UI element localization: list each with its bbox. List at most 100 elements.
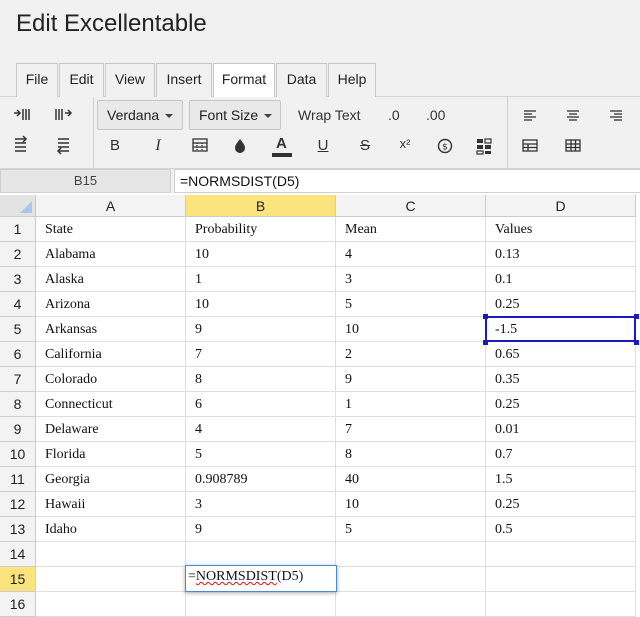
row-header[interactable]: 15	[0, 567, 36, 592]
row-header[interactable]: 12	[0, 492, 36, 517]
grid-cell[interactable]: California	[36, 342, 186, 367]
grid-cell[interactable]: 9	[186, 517, 336, 542]
grid-cell[interactable]	[186, 542, 336, 567]
grid-cell[interactable]: 5	[336, 292, 486, 317]
strikethrough-button[interactable]: S	[354, 137, 376, 154]
column-header-b[interactable]: B	[186, 195, 336, 217]
grid-cell[interactable]: 0.25	[486, 292, 636, 317]
grid-cell[interactable]: 0.908789	[186, 467, 336, 492]
column-header-a[interactable]: A	[36, 195, 186, 217]
grid-icon[interactable]	[562, 135, 584, 157]
grid-cell[interactable]: 5	[336, 517, 486, 542]
grid-cell[interactable]: 9	[186, 317, 336, 342]
resize-handle[interactable]	[483, 314, 488, 319]
grid-cell[interactable]: 40	[336, 467, 486, 492]
grid-cell[interactable]: 1	[336, 392, 486, 417]
row-header[interactable]: 7	[0, 367, 36, 392]
resize-handle[interactable]	[634, 340, 639, 345]
grid-cell[interactable]: 10	[186, 242, 336, 267]
row-header[interactable]: 3	[0, 267, 36, 292]
italic-button[interactable]: I	[147, 137, 169, 155]
grid-cell[interactable]: Colorado	[36, 367, 186, 392]
grid-cell[interactable]: Connecticut	[36, 392, 186, 417]
grid-cell[interactable]: 0.25	[486, 392, 636, 417]
grid-cell[interactable]: Hawaii	[36, 492, 186, 517]
grid-cell[interactable]: Values	[486, 217, 636, 242]
grid-cell[interactable]: 1.5	[486, 467, 636, 492]
grid-cell[interactable]	[336, 592, 486, 617]
grid-cell[interactable]: 0.35	[486, 367, 636, 392]
grid-cell[interactable]: 0.7	[486, 442, 636, 467]
align-left-icon[interactable]	[519, 105, 541, 127]
grid-cell[interactable]	[486, 592, 636, 617]
select-all-corner[interactable]	[0, 195, 36, 217]
grid-cell[interactable]	[186, 592, 336, 617]
grid-cell[interactable]: 7	[186, 342, 336, 367]
grid-cell[interactable]: 10	[336, 317, 486, 342]
grid-cell[interactable]	[36, 592, 186, 617]
row-header[interactable]: 16	[0, 592, 36, 617]
grid-cell[interactable]: 2	[336, 342, 486, 367]
grid-cell[interactable]	[486, 542, 636, 567]
grid-cell[interactable]: 0.13	[486, 242, 636, 267]
grid-cell[interactable]: Georgia	[36, 467, 186, 492]
row-delete-icon[interactable]	[52, 135, 74, 157]
grid-cell[interactable]: 0.65	[486, 342, 636, 367]
grid-cell[interactable]: State	[36, 217, 186, 242]
tab-format[interactable]: Format	[213, 63, 275, 98]
grid-cell[interactable]: 8	[186, 367, 336, 392]
grid-cell[interactable]	[486, 567, 636, 592]
text-color-icon[interactable]: A	[270, 133, 292, 159]
grid-cell[interactable]: 1	[186, 267, 336, 292]
row-header[interactable]: 1	[0, 217, 36, 242]
row-header[interactable]: 4	[0, 292, 36, 317]
row-header[interactable]: 13	[0, 517, 36, 542]
resize-handle[interactable]	[483, 340, 488, 345]
tab-help[interactable]: Help	[328, 63, 376, 97]
grid-cell[interactable]	[36, 542, 186, 567]
grid-cell[interactable]: 0.25	[486, 492, 636, 517]
increase-decimal-button[interactable]: .00	[426, 107, 445, 123]
row-header[interactable]: 6	[0, 342, 36, 367]
tab-file[interactable]: File	[16, 63, 58, 97]
grid-cell[interactable]: 0.01	[486, 417, 636, 442]
tab-view[interactable]: View	[105, 63, 155, 97]
grid-cell[interactable]: Alabama	[36, 242, 186, 267]
grid-cell[interactable]: 5	[186, 442, 336, 467]
grid-cell[interactable]: Probability	[186, 217, 336, 242]
grid-cell[interactable]: 6	[186, 392, 336, 417]
grid-cell[interactable]: Idaho	[36, 517, 186, 542]
borders-icon[interactable]	[189, 135, 211, 157]
row-header[interactable]: 11	[0, 467, 36, 492]
row-header[interactable]: 14	[0, 542, 36, 567]
cell-editor[interactable]: =NORMSDIST(D5)	[185, 565, 337, 592]
grid-cell[interactable]: 4	[336, 242, 486, 267]
grid-cell[interactable]: 3	[336, 267, 486, 292]
row-insert-icon[interactable]	[11, 135, 33, 157]
font-size-dropdown[interactable]: Font Size	[189, 100, 281, 130]
superscript-button[interactable]: x²	[394, 136, 416, 151]
grid-cell[interactable]: 4	[186, 417, 336, 442]
grid-cell[interactable]: 0.5	[486, 517, 636, 542]
font-family-dropdown[interactable]: Verdana	[97, 100, 183, 130]
grid-cell[interactable]	[336, 567, 486, 592]
conditional-format-icon[interactable]	[473, 135, 495, 157]
underline-button[interactable]: U	[312, 137, 334, 154]
grid-cell[interactable]	[36, 567, 186, 592]
resize-handle[interactable]	[634, 314, 639, 319]
grid-cell[interactable]: Delaware	[36, 417, 186, 442]
grid-cell[interactable]: Alaska	[36, 267, 186, 292]
align-center-icon[interactable]	[562, 105, 584, 127]
grid-cell[interactable]: 0.1	[486, 267, 636, 292]
table-icon[interactable]	[519, 135, 541, 157]
grid-cell[interactable]: 7	[336, 417, 486, 442]
grid-cell[interactable]: Arkansas	[36, 317, 186, 342]
row-header[interactable]: 2	[0, 242, 36, 267]
column-header-c[interactable]: C	[336, 195, 486, 217]
row-header[interactable]: 10	[0, 442, 36, 467]
grid-cell[interactable]	[336, 542, 486, 567]
grid-cell[interactable]: 3	[186, 492, 336, 517]
align-right-icon[interactable]	[605, 105, 627, 127]
grid-cell[interactable]: 10	[336, 492, 486, 517]
row-header[interactable]: 9	[0, 417, 36, 442]
